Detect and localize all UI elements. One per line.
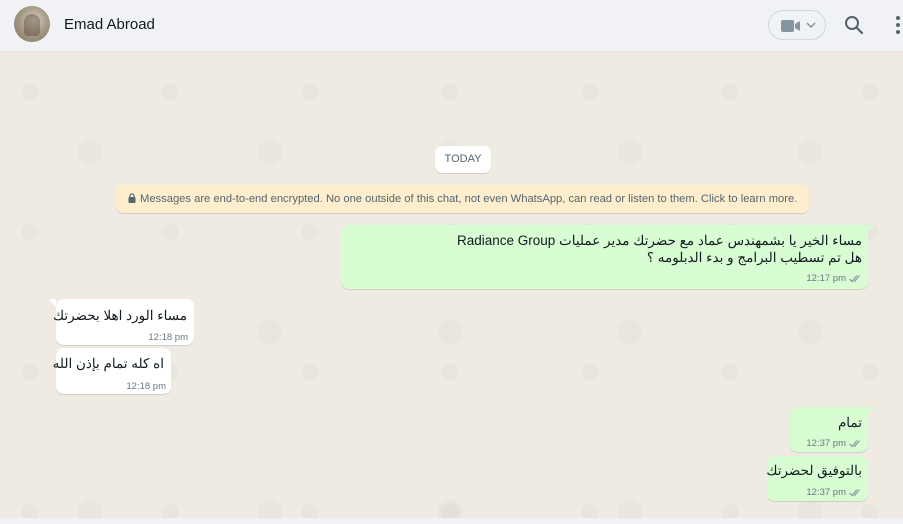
date-separator: TODAY: [435, 146, 491, 173]
message-outgoing[interactable]: تمام 12:37 pm: [790, 407, 868, 452]
bubble-tail: [866, 225, 874, 233]
encryption-notice-text: Messages are end-to-end encrypted. No on…: [140, 193, 798, 205]
chat-header: Emad Abroad: [0, 0, 903, 52]
read-receipt-icon: [849, 489, 860, 497]
message-incoming[interactable]: مساء الورد اهلا بحضرتك 12:18 pm: [52, 299, 194, 345]
message-time: 12:37 pm: [806, 487, 846, 498]
message-outgoing[interactable]: مساء الخير يا بشمهندس عماد مع حضرتك مدير…: [341, 225, 868, 289]
read-receipt-icon: [849, 440, 860, 448]
bubble-tail: [866, 407, 874, 415]
contact-name[interactable]: Emad Abroad: [64, 16, 155, 33]
message-time: 12:18 pm: [148, 332, 188, 343]
message-text: هل تم تسطيب البرامج و بدء الدبلومه ؟: [646, 250, 862, 265]
lock-icon: [128, 193, 136, 203]
message-text: اه كله تمام بإذن الله: [52, 356, 164, 371]
composer-edge: [0, 518, 903, 524]
menu-icon[interactable]: [890, 14, 903, 36]
message-time: 12:37 pm: [806, 438, 846, 449]
chevron-down-icon: [806, 22, 816, 29]
message-text: مساء الخير يا بشمهندس عماد مع حضرتك مدير…: [456, 233, 862, 248]
video-call-icon: [781, 20, 800, 32]
search-icon[interactable]: [843, 14, 865, 36]
read-receipt-icon: [849, 275, 860, 283]
bubble-tail: [48, 299, 56, 307]
encryption-notice[interactable]: Messages are end-to-end encrypted. No on…: [116, 185, 809, 213]
video-call-button[interactable]: [768, 10, 826, 40]
message-outgoing[interactable]: بالتوفيق لحضرتك 12:37 pm: [766, 456, 868, 501]
message-text: بالتوفيق لحضرتك: [766, 463, 862, 478]
avatar[interactable]: [14, 6, 50, 42]
message-text: مساء الورد اهلا بحضرتك: [52, 308, 187, 323]
message-text: تمام: [837, 415, 862, 430]
message-time: 12:17 pm: [806, 273, 846, 284]
message-time: 12:18 pm: [126, 381, 166, 392]
message-incoming[interactable]: اه كله تمام بإذن الله 12:18 pm: [52, 348, 171, 394]
